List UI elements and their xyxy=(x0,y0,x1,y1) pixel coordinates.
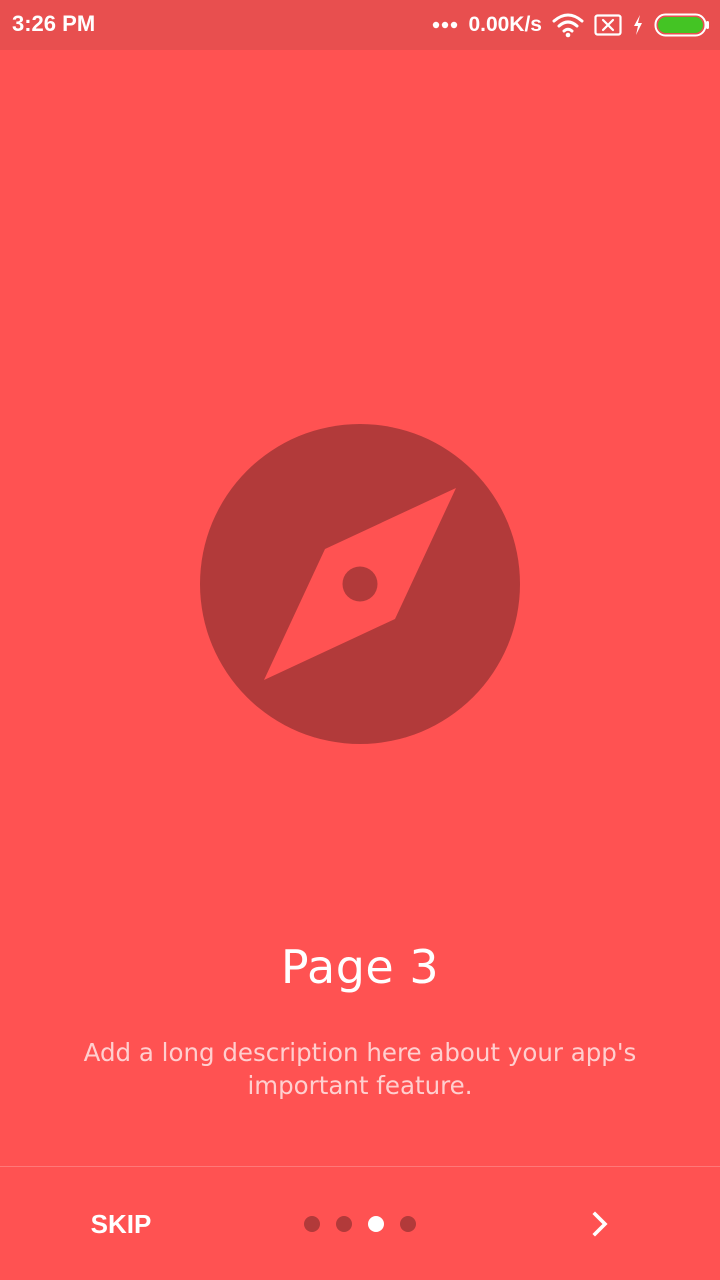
page-description: Add a long description here about your a… xyxy=(83,1038,637,1100)
page-dot-3[interactable] xyxy=(368,1216,384,1232)
status-bar: 3:26 PM 0.00K/s xyxy=(0,0,720,50)
page-dot-1[interactable] xyxy=(304,1216,320,1232)
page-dot-4[interactable] xyxy=(400,1216,416,1232)
wifi-icon xyxy=(552,13,584,38)
compass-icon xyxy=(200,424,520,744)
page-indicator xyxy=(296,1208,424,1240)
no-sim-icon xyxy=(594,14,622,36)
status-time: 3:26 PM xyxy=(12,11,96,36)
charging-bolt-icon xyxy=(634,15,642,35)
footer-divider xyxy=(0,1166,720,1167)
battery-icon xyxy=(654,13,709,37)
chevron-right-icon xyxy=(592,1211,608,1237)
network-speed: 0.00K/s xyxy=(468,13,542,36)
more-dots-icon xyxy=(433,21,458,29)
status-icons: 0.00K/s xyxy=(432,8,710,42)
page-dot-2[interactable] xyxy=(336,1216,352,1232)
next-button[interactable] xyxy=(568,1192,632,1256)
page-title: Page 3 xyxy=(280,940,440,994)
skip-button[interactable]: SKIP xyxy=(66,1192,176,1256)
